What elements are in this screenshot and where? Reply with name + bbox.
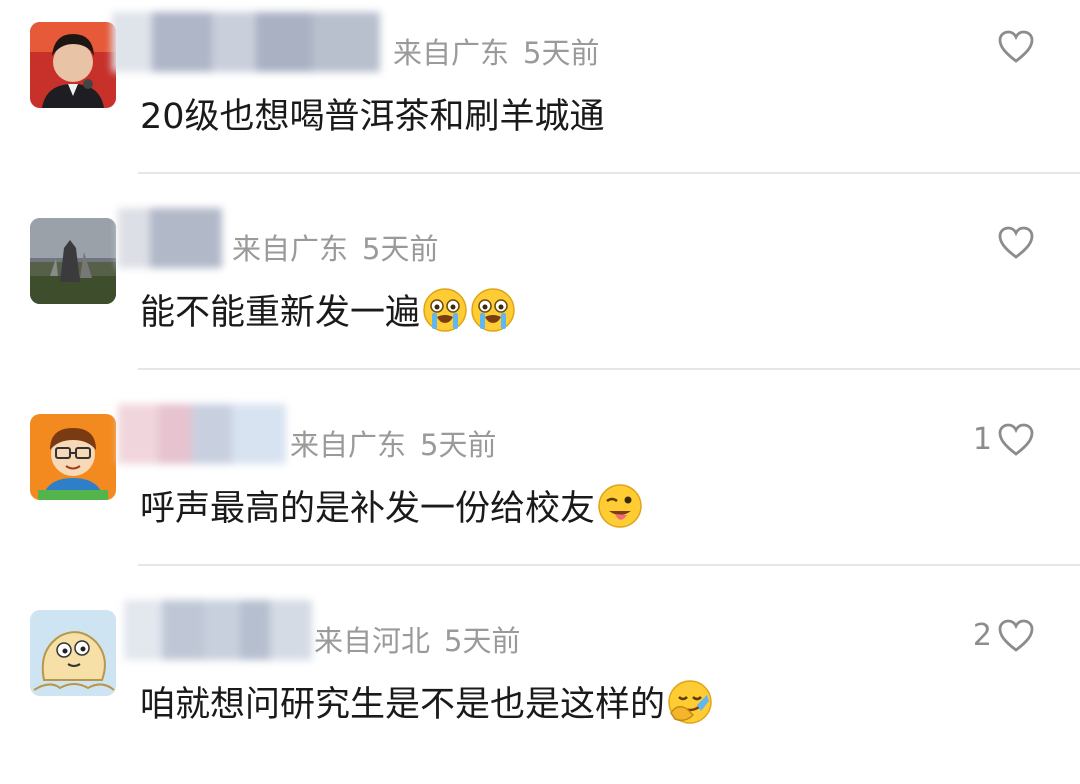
comment-meta: 来自广东 5天前 — [290, 422, 496, 464]
like-button[interactable]: 1 — [973, 422, 1034, 457]
username-blurred[interactable] — [118, 208, 222, 268]
like-count: 2 — [972, 618, 992, 653]
comment-meta: 来自广东 5天前 — [393, 30, 599, 72]
time-label: 5天前 — [444, 624, 521, 658]
username-blurred[interactable] — [112, 12, 380, 72]
comment-item: 来自河北 5天前 咱就想问研究生是不是也是这样的 2 — [0, 588, 1080, 784]
like-button[interactable]: 2 — [973, 618, 1034, 653]
crying-emoji — [422, 287, 468, 333]
time-label: 5天前 — [362, 232, 439, 266]
comment-item: 来自广东 5天前 能不能重新发一遍 — [0, 196, 1080, 392]
heart-icon — [998, 423, 1034, 456]
comment-text: 能不能重新发一遍 — [140, 284, 516, 335]
comment-text-content: 呼声最高的是补发一份给校友 — [140, 489, 596, 529]
location-label: 来自广东 — [232, 232, 349, 266]
comment-text: 20级也想喝普洱茶和刷羊城通 — [140, 88, 605, 139]
divider — [138, 368, 1080, 370]
like-count: 1 — [972, 422, 992, 457]
comment-text-content: 咱就想问研究生是不是也是这样的 — [140, 685, 666, 725]
user-avatar[interactable] — [30, 22, 116, 108]
like-button[interactable] — [992, 30, 1034, 64]
like-button[interactable] — [992, 226, 1034, 260]
username-blurred[interactable] — [118, 404, 286, 464]
crying-emoji — [470, 287, 516, 333]
user-avatar[interactable] — [30, 218, 116, 304]
heart-icon — [998, 619, 1034, 652]
comment-text: 呼声最高的是补发一份给校友 — [140, 480, 643, 531]
comment-text: 咱就想问研究生是不是也是这样的 — [140, 676, 713, 727]
user-avatar[interactable] — [30, 414, 116, 500]
time-label: 5天前 — [420, 428, 497, 462]
location-label: 来自广东 — [393, 36, 510, 70]
location-label: 来自广东 — [290, 428, 407, 462]
username-blurred[interactable] — [124, 600, 312, 660]
time-label: 5天前 — [523, 36, 600, 70]
facepalm-emoji — [667, 679, 713, 725]
location-label: 来自河北 — [314, 624, 431, 658]
divider — [138, 564, 1080, 566]
comment-meta: 来自广东 5天前 — [232, 226, 438, 268]
comment-item: 来自广东 5天前 呼声最高的是补发一份给校友 1 — [0, 392, 1080, 588]
user-avatar[interactable] — [30, 610, 116, 696]
comment-text-content: 能不能重新发一遍 — [140, 293, 421, 333]
comment-item: 来自广东 5天前 20级也想喝普洱茶和刷羊城通 — [0, 0, 1080, 196]
comment-text-content: 20级也想喝普洱茶和刷羊城通 — [140, 97, 605, 137]
comment-meta: 来自河北 5天前 — [314, 618, 520, 660]
divider — [138, 172, 1080, 174]
wink-tongue-emoji — [597, 483, 643, 529]
heart-icon — [998, 226, 1034, 259]
heart-icon — [998, 30, 1034, 63]
